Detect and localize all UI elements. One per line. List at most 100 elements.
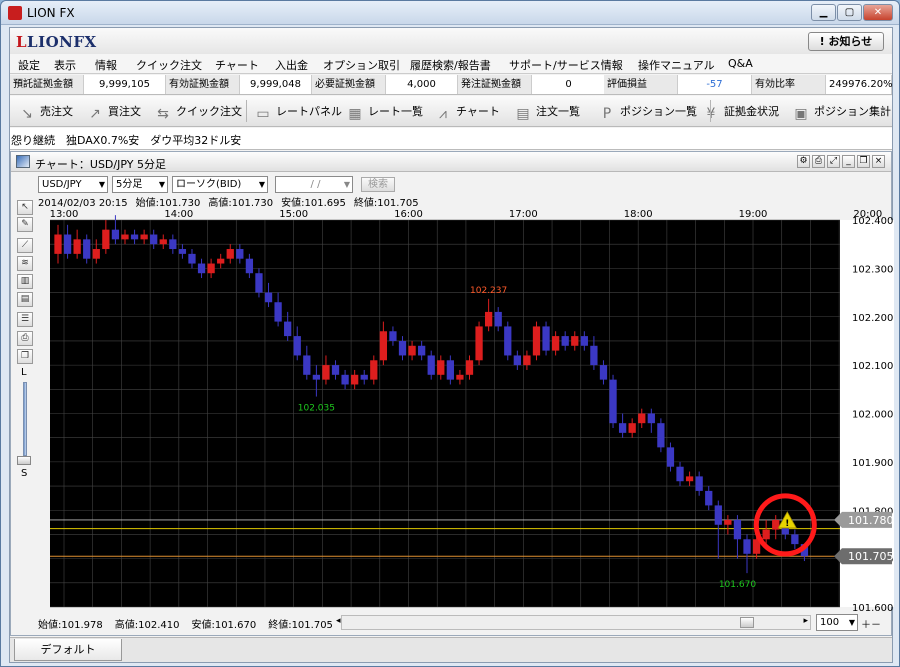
pen-tool-icon[interactable]: ✎ [17,217,33,232]
app-client: LLIONFX ! お知らせ 設定 表示 情報 クイック注文 チャート 入出金 オプション取… [9,27,894,663]
candle-body [685,476,694,482]
toolbar-button[interactable]: ⩘ チャート [434,103,500,122]
candlestick-chart[interactable]: 13:00 14:00 15:00 16:00 17:00 18:00 19:00 20:00… [40,152,894,637]
menu-item[interactable]: 履歴検索/報告書 [410,57,491,73]
candle-body [111,229,120,240]
toolbar-button[interactable]: ▣ ポジション集計 [792,103,891,122]
candle-body [666,447,675,467]
scroll-left-icon[interactable]: ◂ [336,616,341,626]
print-tool-icon[interactable]: ⎙ [17,331,33,346]
time-axis-label: 19:00 [739,209,768,220]
candle-body [92,249,100,259]
scrollbar-thumb[interactable] [740,617,754,628]
cursor-tool-icon[interactable]: ↖ [17,200,33,215]
menu-item[interactable]: オプション取引 [323,57,400,73]
zoom-select-value: 100 [820,617,840,628]
candle-body [398,340,407,356]
notice-button[interactable]: ! お知らせ [808,32,884,51]
candle-body [150,234,158,245]
close-button[interactable]: ✕ [863,4,893,21]
trendline-tool-icon[interactable]: ⟋ [17,238,33,253]
candle-body [226,249,234,259]
candle-body [638,413,646,424]
minimize-button[interactable]: ▁ [811,4,836,21]
rate-list-icon: ▦ [348,106,362,122]
zoom-slider-handle[interactable] [17,456,31,465]
zoom-out-icon[interactable]: － [871,620,881,631]
candle-body [274,302,282,322]
candle-body [360,374,368,380]
candle-body [245,258,254,274]
status-value: 9,999,105 [84,75,166,94]
candle-body [284,321,292,337]
price-axis-label: 102.000 [852,410,893,421]
candle-body [456,374,464,380]
position-summary-icon: ▣ [794,106,808,122]
menu-item[interactable]: チャート [215,57,259,73]
time-axis-label: 17:00 [509,209,538,220]
maximize-button[interactable]: ▢ [837,4,862,21]
candle-body [140,234,148,240]
toolbar-button[interactable]: ¥ 証拠金状況 [702,103,779,122]
candle-body [446,360,454,380]
candle-body [293,336,301,356]
candle-body [322,365,330,380]
layers-tool-icon[interactable]: ▤ [17,292,33,307]
toolbar-button[interactable]: ▤ 注文一覧 [514,103,580,122]
time-axis-label: 15:00 [279,209,308,220]
candle-body [657,423,665,448]
list-tool-icon[interactable]: ☰ [17,312,33,327]
title-bar[interactable]: LION FX ▁ ▢ ✕ [1,1,899,25]
toolbar-button[interactable]: P ポジション一覧 [598,103,697,122]
toolbar-button-label: レートパネル [276,105,342,118]
indicator-tool-icon[interactable]: ▥ [17,274,33,289]
zoom-in-icon[interactable]: ＋ [861,620,871,631]
horizontal-scrollbar[interactable]: ◂ ▸ [336,615,811,630]
candle-body [331,365,340,375]
zoom-large-label: L [21,367,27,378]
alert-mark: ! [785,519,789,529]
toolbar-button[interactable]: ▭ レートパネル [254,103,342,122]
brand-logo-text: LIONFX [27,33,97,51]
menu-item[interactable]: クイック注文 [136,57,202,73]
candle-body [303,355,311,375]
candle-body [618,423,627,433]
candle-body [513,355,521,366]
toolbar-button-label: ポジション一覧 [620,105,697,118]
menu-item[interactable]: Q&A [728,57,753,70]
candle-body [676,466,684,482]
quick-order-icon: ⇆ [157,106,169,122]
zoom-slider[interactable] [23,382,27,456]
chart-window: チャート：USD/JPY 5分足 ⚙ ⎙ ⤢ _ ❐ × USD/JPY ▼ 5分… [10,151,894,637]
toolbar-button[interactable]: ⇆ クイック注文 [154,103,242,122]
menu-item[interactable]: 設定 [18,57,40,73]
menu-item[interactable]: 操作マニュアル [638,57,715,73]
tab-default[interactable]: デフォルト [14,639,122,661]
toolbar-button[interactable]: ↗ 買注文 [86,103,141,122]
fibonacci-tool-icon[interactable]: ≋ [17,256,33,271]
brand-logo: LLIONFX [16,33,97,51]
menu-item[interactable]: サポート/サービス情報 [509,57,623,73]
menu-item[interactable]: 入出金 [275,57,308,73]
menu-item[interactable]: 表示 [54,57,76,73]
scroll-right-icon[interactable]: ▸ [803,616,808,626]
price-axis-label: 102.400 [852,216,893,227]
position-list-icon: P [602,106,612,122]
candle-body [418,345,426,356]
status-label: 評価損益 [604,75,678,94]
copy-tool-icon[interactable]: ❐ [17,349,33,364]
toolbar-button[interactable]: ↘ 売注文 [18,103,73,122]
price-tag-label: 101.705 [848,550,894,563]
toolbar-button-label: 証拠金状況 [724,105,779,118]
menu-item[interactable]: 情報 [95,57,117,73]
app-icon [8,6,22,20]
toolbar-button[interactable]: ▦ レート一覧 [346,103,423,122]
zoom-select[interactable]: 100 ▼ [816,614,858,631]
toolbar-button-label: チャート [456,105,500,118]
price-tag-label: 101.780 [848,514,894,527]
toolbar-separator [246,100,247,122]
time-axis-label: 14:00 [164,209,193,220]
toolbar-separator [710,100,711,122]
news-ticker[interactable]: 怨り継続 独DAX0.7%安 ダウ平均32ドル安 [10,128,892,150]
workspace-tab-bar: デフォルト [10,637,892,662]
